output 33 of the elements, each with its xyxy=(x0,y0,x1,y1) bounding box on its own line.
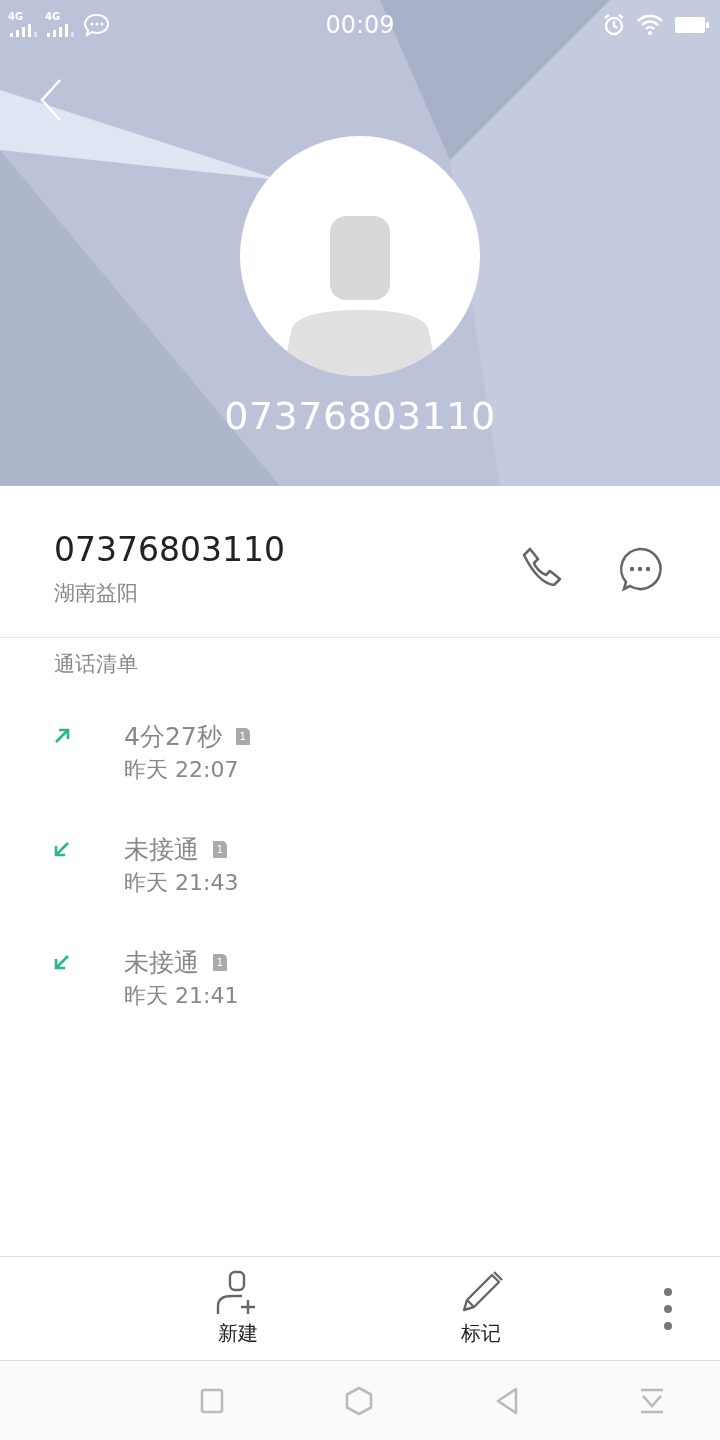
phone-number: 07376803110 xyxy=(54,530,286,569)
sim-icon: 1 xyxy=(213,954,227,971)
call-result: 4分27秒 xyxy=(124,721,222,753)
outgoing-arrow-icon xyxy=(54,728,70,744)
sim-icon: 1 xyxy=(235,728,250,745)
back-button[interactable] xyxy=(38,78,64,122)
more-button[interactable] xyxy=(663,1286,673,1331)
incoming-arrow-icon xyxy=(54,841,70,857)
wifi-icon xyxy=(636,14,664,36)
back-button[interactable] xyxy=(494,1386,519,1415)
incoming-arrow-icon xyxy=(54,954,70,970)
new-contact-button[interactable]: 新建 xyxy=(216,1270,260,1347)
phone-number: 07376803110 xyxy=(224,394,496,438)
location: 湖南益阳 xyxy=(54,580,139,607)
recent-apps-button[interactable] xyxy=(200,1387,224,1414)
menu-button[interactable] xyxy=(639,1387,665,1414)
call-time: 昨天 21:41 xyxy=(124,982,239,1010)
network-type: 4G xyxy=(45,11,61,23)
network-type: 4G xyxy=(8,11,24,23)
home-button[interactable] xyxy=(344,1385,375,1416)
call-time: 昨天 22:07 xyxy=(124,756,240,784)
clock: 00:09 xyxy=(325,11,395,39)
call-time: 昨天 21:43 xyxy=(124,869,239,897)
signal-icon xyxy=(10,23,37,37)
battery-icon xyxy=(674,15,710,35)
call-result: 未接通 xyxy=(124,834,199,866)
call-result: 未接通 xyxy=(124,947,199,979)
alarm-icon xyxy=(602,13,626,37)
mark-button[interactable]: 标记 xyxy=(458,1270,504,1347)
section-title: 通话清单 xyxy=(54,651,139,678)
signal-icon xyxy=(47,23,74,37)
sim-icon: 1 xyxy=(213,841,227,858)
message-icon xyxy=(84,13,110,37)
